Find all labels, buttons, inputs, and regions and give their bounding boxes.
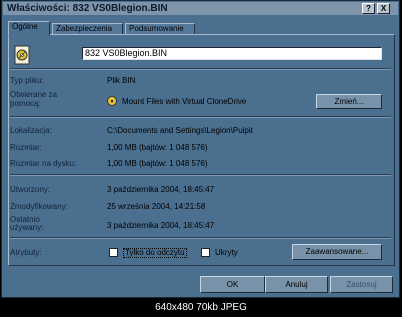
size-on-disk-label: Rozmiar na dysku: xyxy=(10,159,77,168)
modified-label: Zmodyfikowany: xyxy=(10,202,68,211)
separator xyxy=(10,68,391,70)
separator xyxy=(10,237,391,239)
change-button[interactable]: Zmień... xyxy=(316,94,382,109)
opens-with-label-line2: pomocą: xyxy=(10,99,41,108)
image-caption: 640x480 70kb JPEG xyxy=(0,298,402,317)
accessed-label-line2: używany: xyxy=(10,223,44,232)
attributes-label: Atrybuty: xyxy=(10,248,42,257)
separator xyxy=(10,116,391,118)
help-button[interactable]: ? xyxy=(362,3,375,14)
location-label: Lokalizacja: xyxy=(10,126,52,135)
filename-input[interactable]: 832 VS0Blegion.BIN xyxy=(82,47,382,60)
title-bar: Właściwości: 832 VS0Blegion.BIN ? X xyxy=(3,2,398,15)
bin-file-icon xyxy=(14,45,30,65)
hidden-checkbox[interactable] xyxy=(201,248,210,257)
apply-button[interactable]: Zastosuj xyxy=(330,276,393,293)
modified-value: 25 września 2004, 14:21:58 xyxy=(107,202,206,211)
advanced-button[interactable]: Zaawansowane... xyxy=(292,244,382,260)
accessed-value: 3 października 2004, 18:45:47 xyxy=(107,221,215,230)
ok-button[interactable]: OK xyxy=(200,276,265,293)
size-label: Rozmiar: xyxy=(10,143,43,152)
type-value: Plik BIN xyxy=(107,76,136,85)
created-label: Utworzony: xyxy=(10,185,51,194)
size-value: 1,00 MB (bajtów: 1 048 576) xyxy=(107,143,208,152)
window-title: Właściwości: 832 VS0Blegion.BIN xyxy=(7,3,168,14)
opens-with-value: Mount Files with Virtual CloneDrive xyxy=(122,97,247,106)
readonly-checkbox[interactable] xyxy=(109,248,118,257)
cancel-button[interactable]: Anuluj xyxy=(265,276,328,293)
opens-with-label-line1: Otwierane za xyxy=(10,90,58,99)
close-button[interactable]: X xyxy=(377,3,390,14)
readonly-label[interactable]: Tylko do odczytu xyxy=(123,248,187,258)
size-on-disk-value: 1,00 MB (bajtów: 1 048 576) xyxy=(107,159,208,168)
hidden-label[interactable]: Ukryty xyxy=(215,248,238,257)
virtual-clonedrive-icon xyxy=(107,96,117,106)
tab-general[interactable]: Ogólne xyxy=(8,21,50,36)
location-value: C:\Documents and Settings\Legion\Pulpit xyxy=(107,126,253,135)
type-label: Typ pliku: xyxy=(10,76,44,85)
separator xyxy=(10,174,391,176)
created-value: 3 października 2004, 18:45:47 xyxy=(107,185,215,194)
properties-dialog: Właściwości: 832 VS0Blegion.BIN ? X Ogól… xyxy=(1,0,400,298)
